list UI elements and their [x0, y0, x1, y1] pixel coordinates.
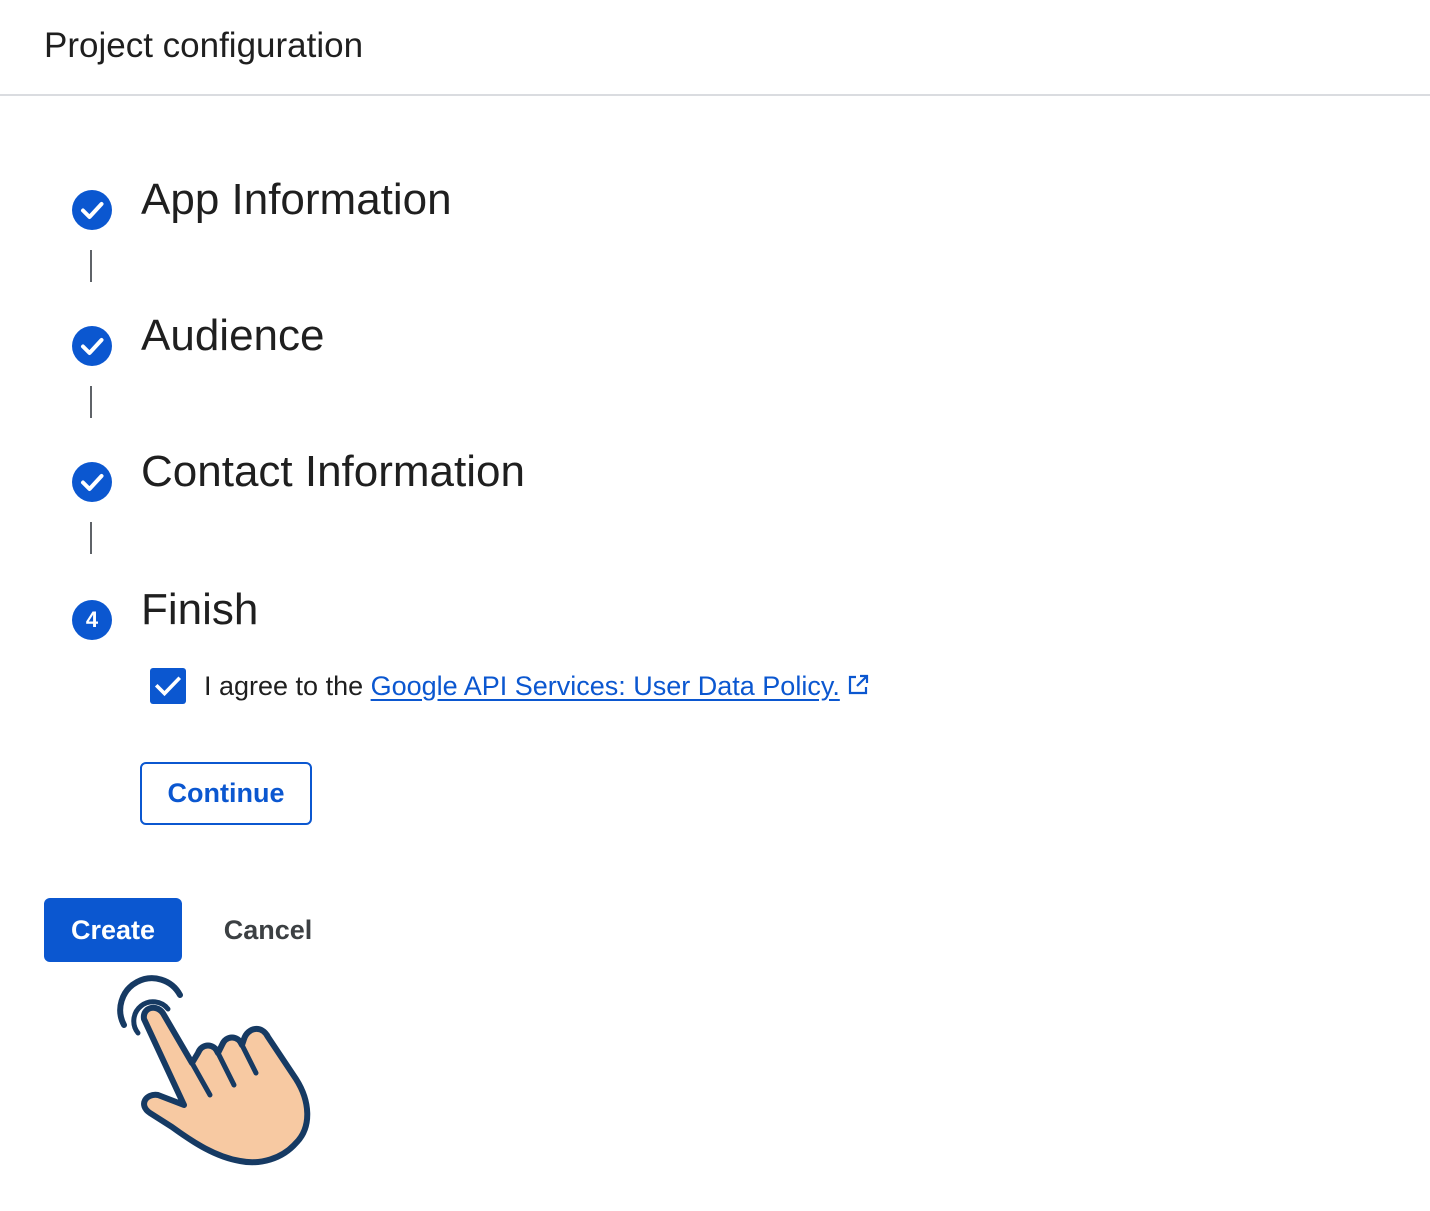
check-icon [81, 202, 104, 219]
page-title: Project configuration [44, 26, 364, 65]
step-number: 4 [85, 607, 99, 632]
step-connector [90, 522, 92, 554]
step-label: App Information [141, 175, 452, 224]
step-connector [90, 250, 92, 282]
page-header: Project configuration [0, 0, 1430, 96]
step-connector [90, 386, 92, 418]
checkmark-icon [154, 676, 182, 697]
continue-button[interactable]: Continue [140, 762, 312, 825]
check-icon [81, 338, 104, 355]
agree-label: I agree to the [204, 671, 371, 701]
agree-checkbox[interactable] [150, 668, 186, 704]
cancel-button[interactable]: Cancel [206, 898, 330, 962]
policy-link[interactable]: Google API Services: User Data Policy. [371, 671, 840, 701]
check-icon [81, 474, 104, 491]
step-completed-badge [72, 462, 112, 502]
step-label: Finish [141, 585, 259, 634]
step-completed-badge [72, 190, 112, 230]
step-completed-badge [72, 326, 112, 366]
step-number-badge: 4 [72, 600, 112, 640]
step-label: Audience [141, 311, 325, 360]
agree-text: I agree to the Google API Services: User… [204, 669, 870, 703]
create-button[interactable]: Create [44, 898, 182, 962]
tap-hand-icon [110, 975, 330, 1175]
step-label: Contact Information [141, 447, 525, 496]
open-in-new-icon[interactable] [846, 673, 870, 697]
